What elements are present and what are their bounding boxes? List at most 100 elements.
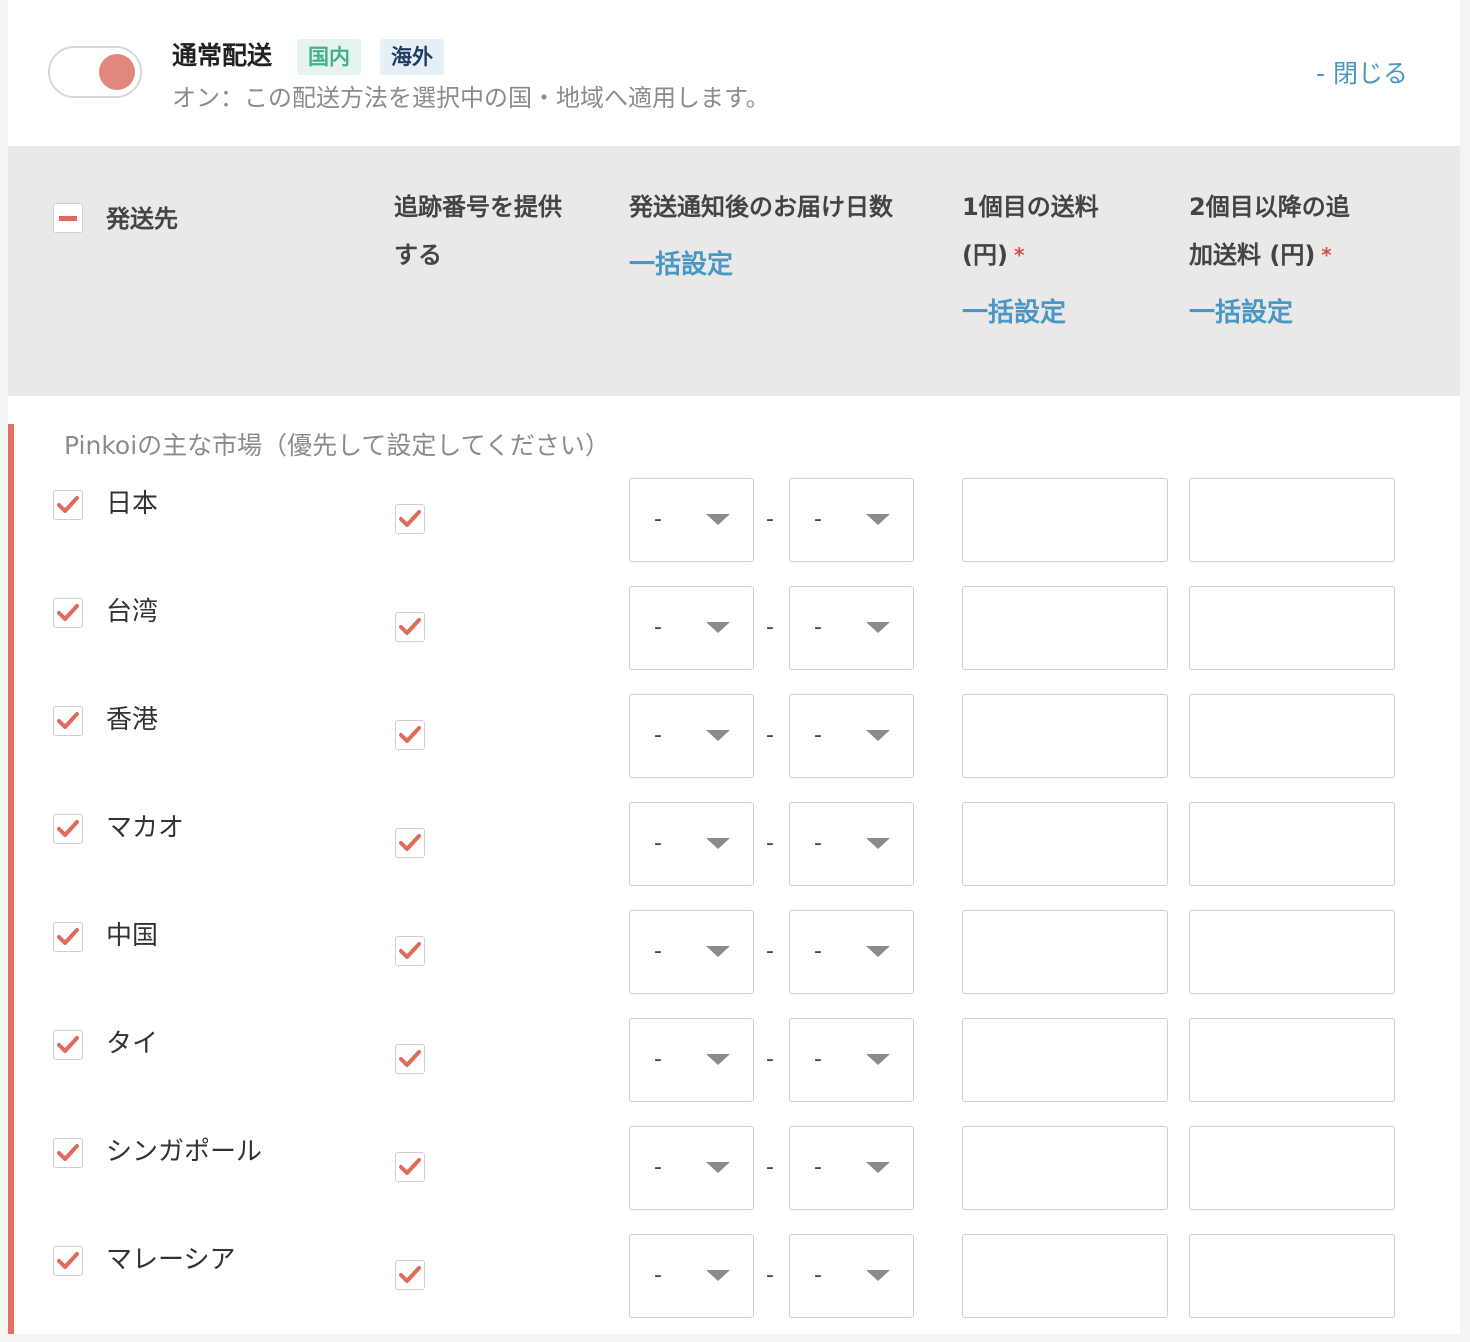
country-row: 中国 - - - <box>0 910 1470 1018</box>
additional-fee-input[interactable] <box>1189 802 1395 886</box>
delivery-days-min-select[interactable]: - <box>629 478 754 562</box>
first-fee-bulk-setting[interactable]: 一括設定 <box>962 289 1066 337</box>
check-icon <box>399 834 421 851</box>
tracking-checkbox[interactable] <box>395 828 425 858</box>
delivery-days-max-select[interactable]: - <box>789 1234 914 1318</box>
check-icon <box>57 820 79 837</box>
select-value: - <box>814 831 822 856</box>
country-checkbox[interactable] <box>53 1030 83 1060</box>
delivery-days-max-select[interactable]: - <box>789 802 914 886</box>
first-fee-header-line2: (円) * <box>962 241 1025 269</box>
delivery-days-min-select[interactable]: - <box>629 802 754 886</box>
country-name: マレーシア <box>106 1245 236 1275</box>
country-checkbox[interactable] <box>53 706 83 736</box>
first-fee-input[interactable] <box>962 802 1168 886</box>
first-fee-input[interactable] <box>962 1126 1168 1210</box>
range-separator: - <box>766 507 774 532</box>
select-all-checkbox[interactable] <box>53 203 83 233</box>
select-value: - <box>654 939 662 964</box>
delivery-days-max-select[interactable]: - <box>789 694 914 778</box>
tracking-checkbox[interactable] <box>395 1044 425 1074</box>
country-checkbox[interactable] <box>53 814 83 844</box>
check-icon <box>399 726 421 743</box>
check-icon <box>399 1158 421 1175</box>
country-row: マレーシア - - - <box>0 1234 1470 1342</box>
select-value: - <box>814 1047 822 1072</box>
first-fee-input[interactable] <box>962 586 1168 670</box>
domestic-badge: 国内 <box>297 39 361 75</box>
check-icon <box>57 1144 79 1161</box>
country-checkbox[interactable] <box>53 1138 83 1168</box>
tracking-checkbox[interactable] <box>395 504 425 534</box>
additional-fee-input[interactable] <box>1189 694 1395 778</box>
country-checkbox[interactable] <box>53 490 83 520</box>
range-separator: - <box>766 831 774 856</box>
tracking-checkbox[interactable] <box>395 1152 425 1182</box>
additional-fee-input[interactable] <box>1189 1018 1395 1102</box>
delivery-days-max-select[interactable]: - <box>789 1018 914 1102</box>
delivery-days-max-select[interactable]: - <box>789 910 914 994</box>
country-name: タイ <box>106 1029 159 1059</box>
additional-fee-input[interactable] <box>1189 1234 1395 1318</box>
country-row: 香港 - - - <box>0 694 1470 802</box>
chevron-down-icon <box>706 1054 730 1065</box>
first-fee-input[interactable] <box>962 1018 1168 1102</box>
country-name: 日本 <box>106 489 159 519</box>
country-name: シンガポール <box>106 1137 263 1167</box>
first-fee-input[interactable] <box>962 694 1168 778</box>
delivery-days-min-select[interactable]: - <box>629 586 754 670</box>
additional-fee-input[interactable] <box>1189 1126 1395 1210</box>
chevron-down-icon <box>866 1270 890 1281</box>
destination-header: 発送先 <box>106 205 178 233</box>
tracking-checkbox[interactable] <box>395 720 425 750</box>
first-fee-input[interactable] <box>962 478 1168 562</box>
additional-fee-input[interactable] <box>1189 910 1395 994</box>
additional-fee-bulk-setting[interactable]: 一括設定 <box>1189 289 1293 337</box>
overseas-badge: 海外 <box>380 39 444 75</box>
check-icon <box>399 1050 421 1067</box>
country-name: 台湾 <box>106 597 159 627</box>
delivery-days-min-select[interactable]: - <box>629 910 754 994</box>
select-value: - <box>814 1263 822 1288</box>
first-fee-input[interactable] <box>962 1234 1168 1318</box>
additional-fee-header-line1: 2個目以降の追 <box>1189 193 1350 221</box>
country-name: マカオ <box>106 813 185 843</box>
chevron-down-icon <box>866 838 890 849</box>
country-checkbox[interactable] <box>53 598 83 628</box>
delivery-days-max-select[interactable]: - <box>789 478 914 562</box>
select-value: - <box>814 615 822 640</box>
delivery-days-header: 発送通知後のお届け日数 <box>629 193 893 221</box>
tracking-checkbox[interactable] <box>395 612 425 642</box>
delivery-days-bulk-setting[interactable]: 一括設定 <box>629 241 733 289</box>
check-icon <box>57 1252 79 1269</box>
close-link[interactable]: - 閉じる <box>1316 56 1408 92</box>
chevron-down-icon <box>706 838 730 849</box>
country-checkbox[interactable] <box>53 922 83 952</box>
check-icon <box>57 496 79 513</box>
check-icon <box>57 604 79 621</box>
tracking-checkbox[interactable] <box>395 936 425 966</box>
check-icon <box>399 618 421 635</box>
delivery-days-min-select[interactable]: - <box>629 1018 754 1102</box>
tracking-checkbox[interactable] <box>395 1260 425 1290</box>
delivery-days-max-select[interactable]: - <box>789 1126 914 1210</box>
delivery-days-min-select[interactable]: - <box>629 1126 754 1210</box>
delivery-days-min-select[interactable]: - <box>629 694 754 778</box>
chevron-down-icon <box>866 1054 890 1065</box>
country-checkbox[interactable] <box>53 1246 83 1276</box>
chevron-down-icon <box>706 946 730 957</box>
check-icon <box>57 928 79 945</box>
first-fee-input[interactable] <box>962 910 1168 994</box>
chevron-down-icon <box>706 622 730 633</box>
required-mark: * <box>1321 243 1332 267</box>
delivery-days-min-select[interactable]: - <box>629 1234 754 1318</box>
select-value: - <box>654 831 662 856</box>
additional-fee-input[interactable] <box>1189 586 1395 670</box>
country-row: マカオ - - - <box>0 802 1470 910</box>
shipping-method-toggle[interactable] <box>48 46 142 98</box>
range-separator: - <box>766 939 774 964</box>
additional-fee-input[interactable] <box>1189 478 1395 562</box>
select-value: - <box>814 723 822 748</box>
select-value: - <box>654 1155 662 1180</box>
delivery-days-max-select[interactable]: - <box>789 586 914 670</box>
